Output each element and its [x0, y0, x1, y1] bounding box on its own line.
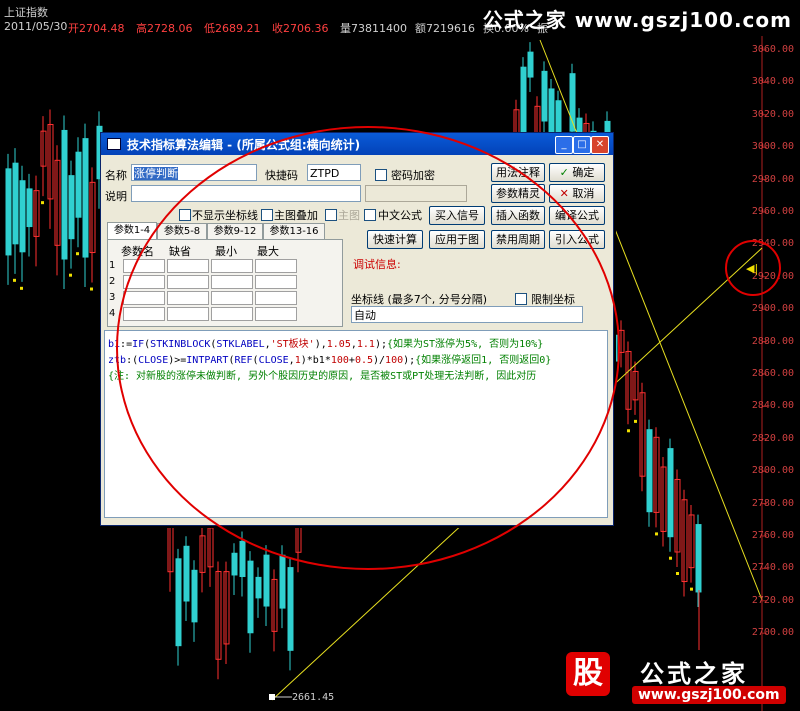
quote-item: 开2704.48 — [68, 22, 125, 35]
price-tick: 3040.00 — [751, 76, 794, 88]
price-tick: 2740.00 — [751, 562, 794, 574]
param-row-number: 4 — [109, 308, 116, 319]
watermark-top: 公式之家 www.gszj100.com — [482, 8, 792, 32]
price-tick: 3060.00 — [751, 44, 794, 55]
quote-item: 量73811400 — [340, 22, 407, 35]
price-tick: 2960.00 — [751, 206, 794, 217]
highlight-circle-dialog — [116, 126, 620, 570]
maximize-icon[interactable]: □ — [573, 136, 591, 154]
price-tick: 2760.00 — [751, 530, 794, 541]
price-tick: 2980.00 — [751, 173, 794, 185]
price-tick: 2800.00 — [751, 465, 794, 477]
param-row-number: 3 — [109, 292, 116, 303]
param-row-number: 1 — [109, 260, 116, 271]
price-tick: 3000.00 — [751, 141, 794, 153]
price-tick: 2880.00 — [751, 335, 794, 347]
quote-item: 收2706.36 — [272, 22, 329, 35]
quote-item: 额7219616 — [415, 22, 475, 35]
name-label: 名称 — [105, 169, 127, 182]
price-tick: 2840.00 — [751, 400, 794, 412]
logo-badge: 股 — [566, 652, 610, 696]
watermark-bottom-url: www.gszj100.com — [632, 686, 786, 704]
price-tick: 2780.00 — [751, 497, 794, 509]
desc-label: 说明 — [105, 190, 127, 203]
cancel-button[interactable]: ✕ 取消 — [549, 184, 605, 203]
index-name: 上证指数 — [4, 6, 48, 19]
price-tick: 2900.00 — [751, 303, 794, 315]
watermark-bottom-cn: 公式之家 — [640, 660, 748, 688]
param-row-number: 2 — [109, 276, 116, 287]
price-tick: 2820.00 — [751, 432, 794, 444]
price-tick: 2860.00 — [751, 368, 794, 379]
price-tick: 2700.00 — [751, 627, 794, 639]
quote-item: 低2689.21 — [204, 22, 261, 35]
quote-item: 高2728.06 — [136, 22, 193, 35]
minimize-icon[interactable]: _ — [555, 136, 573, 154]
close-icon[interactable]: ✕ — [591, 136, 609, 154]
price-tick: 2720.00 — [751, 594, 794, 606]
price-tick: 3020.00 — [751, 108, 794, 120]
quote-date: 2011/05/30 — [4, 20, 68, 33]
low-price-label: 2661.45 — [292, 692, 335, 703]
ok-button[interactable]: ✓ 确定 — [549, 163, 605, 182]
window-icon — [107, 138, 121, 150]
speaker-icon: ◀| — [746, 262, 759, 275]
